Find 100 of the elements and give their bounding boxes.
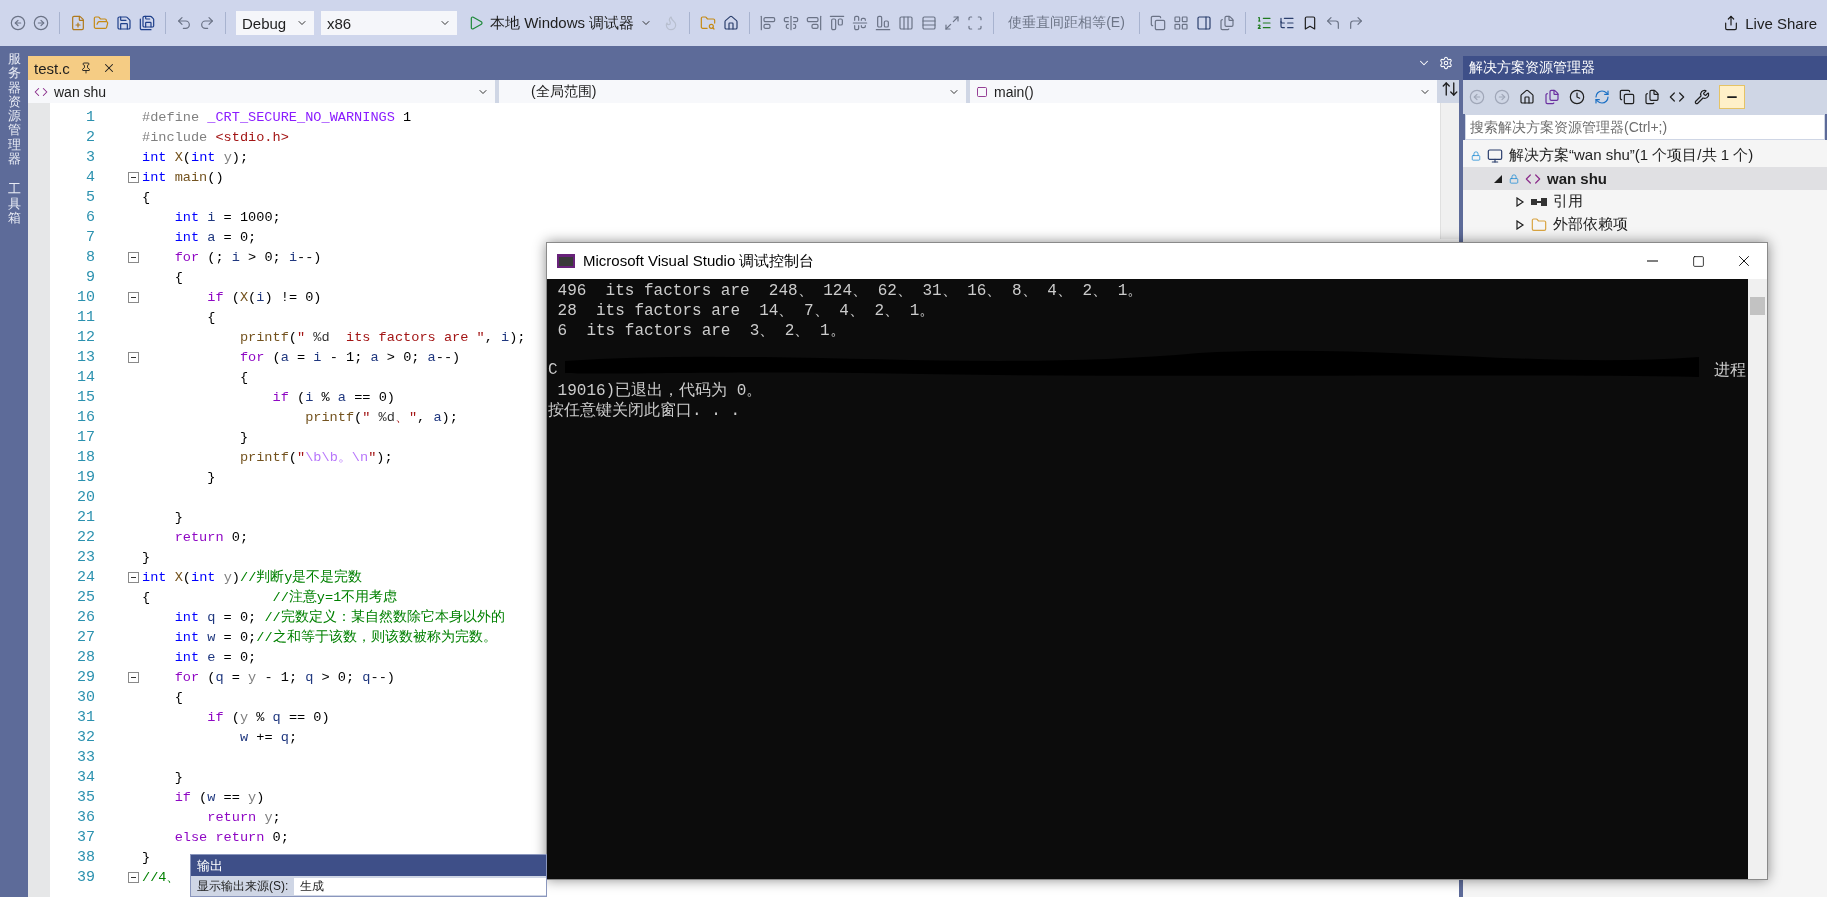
console-line: 496 its factors are 248、 124、 62、 31、 16、 8、 4、 2、 1。: [556, 280, 1144, 301]
code-line: }: [206, 469, 216, 485]
align-center-icon[interactable]: [783, 15, 800, 31]
references-icon: [1531, 197, 1547, 206]
fold-toggle[interactable]: [128, 171, 139, 183]
rows-icon[interactable]: [921, 15, 938, 31]
code-line: printf("\b\b。\n");: [238, 449, 393, 466]
console-line: 按任意键关闭此窗口. . .: [548, 400, 740, 421]
fold-toggle[interactable]: [128, 251, 139, 263]
line-number: 21: [76, 508, 95, 526]
file-tab[interactable]: test.c: [28, 56, 130, 80]
lock-icon: [1471, 150, 1481, 161]
split-icon[interactable]: [1441, 80, 1459, 98]
fold-toggle[interactable]: [128, 871, 139, 883]
fold-toggle[interactable]: [128, 291, 139, 303]
expanded-arrow-icon[interactable]: [1493, 173, 1503, 184]
scrollbar[interactable]: [1440, 103, 1459, 239]
scope-dropdown[interactable]: (全局范围): [499, 80, 966, 103]
side-tab[interactable]: 服务器资源管理器: [7, 52, 21, 167]
undo-icon[interactable]: [176, 15, 192, 31]
line-number: 29: [76, 668, 95, 686]
collapsed-arrow-icon[interactable]: [1515, 219, 1525, 230]
align-left-icon[interactable]: [760, 15, 777, 31]
tree-item[interactable]: 外部依赖项: [1463, 213, 1827, 236]
code-line: for (q = y - 1; q > 0; q--): [173, 669, 395, 685]
panel-title: 解决方案资源管理器: [1463, 56, 1827, 80]
house-icon[interactable]: [723, 15, 740, 31]
folder-search-icon[interactable]: [700, 15, 717, 31]
pin-icon[interactable]: [79, 62, 92, 74]
maximize-icon[interactable]: [944, 15, 961, 31]
platform-dropdown[interactable]: x86: [321, 11, 457, 35]
columns-icon[interactable]: [898, 15, 915, 31]
code-line: #include <stdio.h>: [142, 129, 289, 145]
settings-icon[interactable]: [1439, 56, 1453, 70]
live-share-button[interactable]: Live Share: [1723, 14, 1817, 32]
code-line: int X(int y);: [142, 149, 249, 165]
line-number: 11: [76, 308, 95, 326]
scrollbar-thumb[interactable]: [1750, 297, 1765, 315]
search-field[interactable]: 搜索解决方案资源管理器(Ctrl+;): [1465, 114, 1825, 140]
line-number: 7: [85, 228, 95, 246]
corner-arrow-left-icon[interactable]: [1324, 15, 1341, 31]
line-number: 39: [76, 868, 95, 886]
refresh-icon[interactable]: [1594, 89, 1610, 105]
collapsed-arrow-icon[interactable]: [1515, 196, 1525, 207]
line-number: 13: [76, 348, 95, 366]
code-line: {: [206, 309, 216, 325]
code-line: printf(" %d its factors are ", i);: [238, 329, 526, 345]
source-dropdown[interactable]: 生成: [294, 877, 546, 895]
line-number: 6: [85, 208, 95, 226]
configuration-dropdown[interactable]: Debug: [236, 11, 314, 35]
code-line: #define _CRT_SECURE_NO_WARNINGS 1: [142, 109, 412, 125]
code-icon[interactable]: [1669, 89, 1685, 105]
corner-arrow-right-icon[interactable]: [1347, 15, 1364, 31]
wrench-icon[interactable]: [1694, 89, 1710, 105]
file-plus-icon[interactable]: [70, 15, 86, 31]
scan-icon[interactable]: [967, 15, 984, 31]
tree-item[interactable]: 解决方案“wan shu”(1 个项目/共 1 个): [1463, 144, 1827, 167]
code-line: {: [173, 689, 183, 705]
house-icon[interactable]: [1519, 89, 1535, 105]
fold-toggle[interactable]: [128, 671, 139, 683]
align-right-icon[interactable]: [806, 15, 823, 31]
align-middle-icon[interactable]: [852, 15, 869, 31]
clock-icon[interactable]: [1569, 89, 1585, 105]
fold-toggle[interactable]: [128, 351, 139, 363]
code-line: int e = 0;: [173, 649, 257, 665]
code-line: int X(int y)//判断y是不是完数: [142, 568, 363, 586]
align-bottom-icon[interactable]: [875, 15, 892, 31]
console-line: 19016)已退出，代码为 0。: [556, 380, 763, 401]
line-number: 31: [76, 708, 95, 726]
redo-icon[interactable]: [199, 15, 215, 31]
panel-icon[interactable]: [1195, 15, 1212, 31]
tree-item[interactable]: wan shu: [1463, 167, 1827, 190]
align-top-icon[interactable]: [829, 15, 846, 31]
folder-icon[interactable]: [93, 15, 109, 31]
code-line: w += q;: [238, 729, 298, 745]
project-dropdown[interactable]: wan shu: [28, 80, 495, 103]
line-number: 5: [85, 188, 95, 206]
circle-arrow-left-icon[interactable]: [10, 15, 26, 31]
minimize-icon: [1646, 260, 1658, 262]
side-tab[interactable]: 工具箱: [7, 182, 21, 226]
files-icon[interactable]: [1544, 89, 1560, 105]
list-icon[interactable]: [1255, 15, 1272, 31]
files-icon[interactable]: [1644, 89, 1660, 105]
line-number: 19: [76, 468, 95, 486]
maximize-icon: [1691, 254, 1705, 268]
copy-icon[interactable]: [1619, 89, 1635, 105]
member-dropdown[interactable]: main(): [970, 80, 1437, 103]
fold-toggle[interactable]: [128, 571, 139, 583]
save-all-icon[interactable]: [139, 15, 155, 31]
circle-arrow-right-icon[interactable]: [33, 15, 49, 31]
code-line: {: [173, 269, 183, 285]
line-number: 4: [85, 168, 95, 186]
tree-item[interactable]: 引用: [1463, 190, 1827, 213]
code-line: int i = 1000;: [173, 209, 281, 225]
save-icon[interactable]: [116, 15, 132, 31]
pin-toggle-button[interactable]: [1719, 85, 1745, 109]
line-number: 1: [85, 108, 95, 126]
list-tree-icon[interactable]: [1278, 15, 1295, 31]
grid-icon[interactable]: [1172, 15, 1189, 31]
run-button[interactable]: 本地 Windows 调试器: [464, 10, 657, 36]
